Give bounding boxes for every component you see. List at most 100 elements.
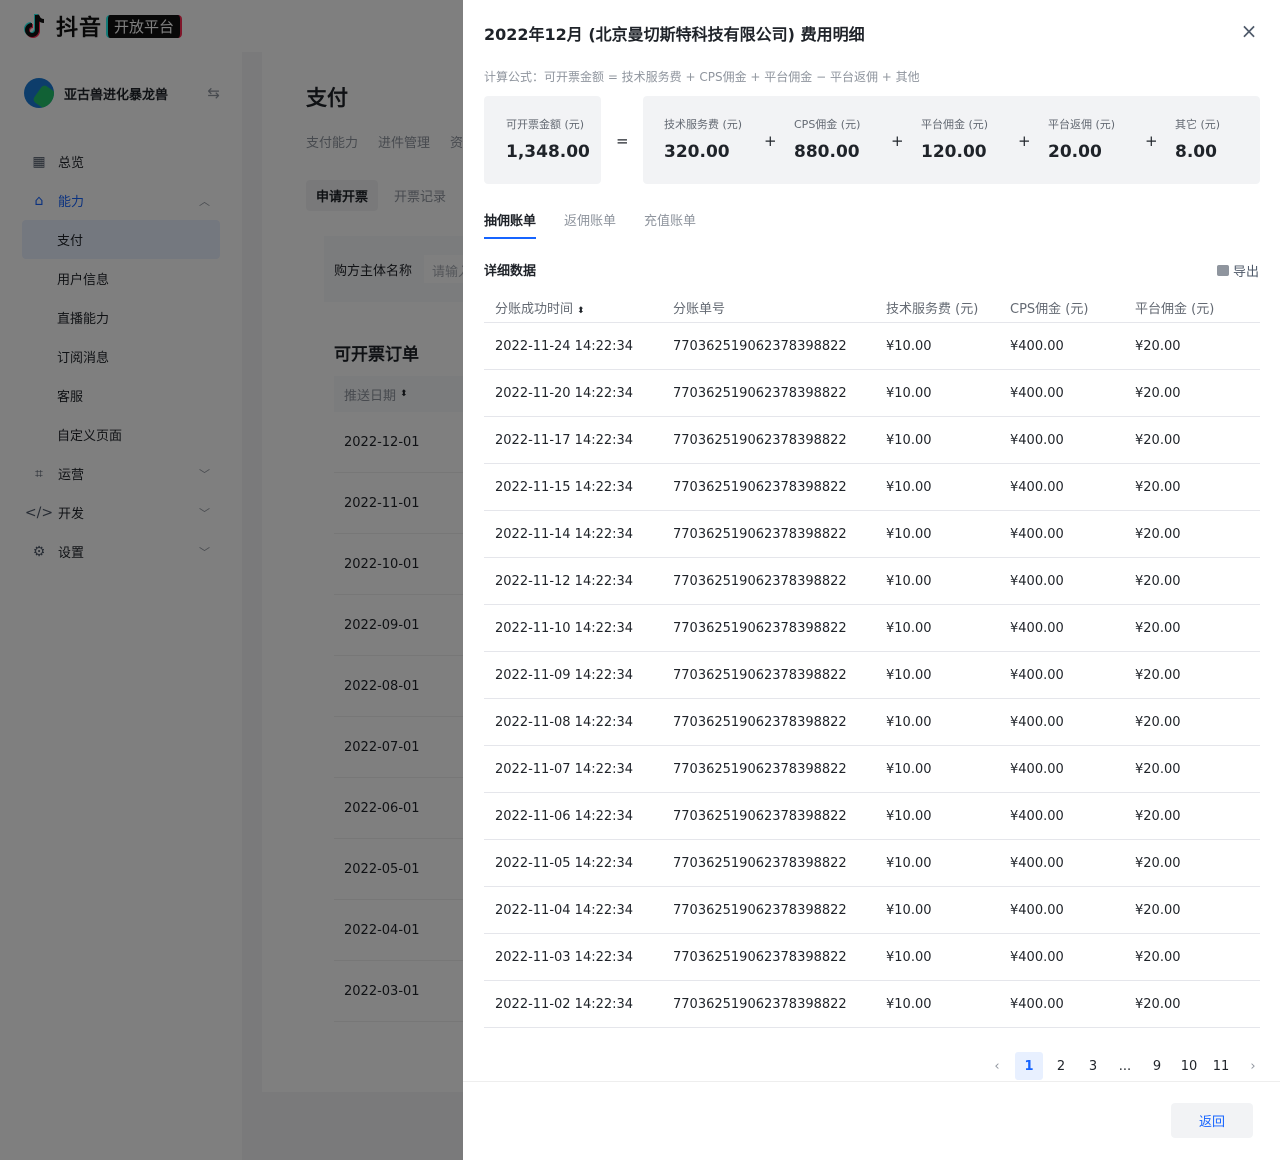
cell-split-time: 2022-11-08 14:22:34 <box>495 714 634 730</box>
cell-split-time: 2022-11-20 14:22:34 <box>495 385 634 401</box>
table-row: 2022-11-04 14:22:34 770362519062378398822… <box>484 887 1260 934</box>
cell-split-no: 770362519062378398822 <box>673 714 847 730</box>
cell-platform: ¥20.00 <box>1135 479 1181 495</box>
page-ellipsis[interactable]: ... <box>1111 1052 1139 1080</box>
equals-sign: = <box>616 132 629 150</box>
table-row: 2022-11-02 14:22:34 770362519062378398822… <box>484 981 1260 1028</box>
table-row: 2022-11-06 14:22:34 770362519062378398822… <box>484 793 1260 840</box>
cell-tech-fee: ¥10.00 <box>886 432 932 448</box>
cell-platform: ¥20.00 <box>1135 385 1181 401</box>
cell-tech-fee: ¥10.00 <box>886 620 932 636</box>
metric-label: 可开票金额 (元) <box>506 118 585 131</box>
page-10[interactable]: 10 <box>1175 1052 1203 1080</box>
page-11[interactable]: 11 <box>1207 1052 1235 1080</box>
plus-sign: + <box>1145 132 1158 150</box>
page-1[interactable]: 1 <box>1015 1052 1043 1080</box>
metric-label: 技术服务费 (元) <box>664 118 743 131</box>
cell-cps: ¥400.00 <box>1010 808 1064 824</box>
table-row: 2022-11-03 14:22:34 770362519062378398822… <box>484 934 1260 981</box>
next-page-icon[interactable]: › <box>1239 1052 1267 1080</box>
cell-cps: ¥400.00 <box>1010 714 1064 730</box>
table-body: 2022-11-24 14:22:34 770362519062378398822… <box>484 323 1260 1028</box>
tab-recharge-bill[interactable]: 充值账单 <box>644 210 696 239</box>
table-row: 2022-11-09 14:22:34 770362519062378398822… <box>484 652 1260 699</box>
cell-cps: ¥400.00 <box>1010 479 1064 495</box>
prev-page-icon[interactable]: ‹ <box>983 1052 1011 1080</box>
cell-cps: ¥400.00 <box>1010 855 1064 871</box>
bill-tabs: 抽佣账单 返佣账单 充值账单 <box>484 210 696 239</box>
cell-platform: ¥20.00 <box>1135 902 1181 918</box>
detail-table: 分账成功时间 ⬍ 分账单号 技术服务费 (元) CPS佣金 (元) 平台佣金 (元… <box>484 292 1260 1028</box>
cell-split-no: 770362519062378398822 <box>673 667 847 683</box>
cell-split-time: 2022-11-12 14:22:34 <box>495 573 634 589</box>
cell-split-no: 770362519062378398822 <box>673 808 847 824</box>
modal-overlay[interactable] <box>0 0 463 1160</box>
plus-sign: + <box>764 132 777 150</box>
sort-icon[interactable]: ⬍ <box>577 306 585 316</box>
cell-tech-fee: ¥10.00 <box>886 479 932 495</box>
cell-split-time: 2022-11-07 14:22:34 <box>495 761 634 777</box>
cell-cps: ¥400.00 <box>1010 432 1064 448</box>
cell-tech-fee: ¥10.00 <box>886 714 932 730</box>
cell-split-no: 770362519062378398822 <box>673 902 847 918</box>
plus-sign: + <box>1018 132 1031 150</box>
cell-cps: ¥400.00 <box>1010 385 1064 401</box>
fee-detail-drawer: 2022年12月 (北京曼切斯特科技有限公司) 费用明细 × 计算公式：可开票金… <box>463 0 1280 1160</box>
metric-cps: CPS佣金 (元) 880.00 <box>794 116 860 162</box>
header-tech-fee: 技术服务费 (元) <box>886 301 979 317</box>
cell-platform: ¥20.00 <box>1135 338 1181 354</box>
cell-platform: ¥20.00 <box>1135 761 1181 777</box>
table-row: 2022-11-08 14:22:34 770362519062378398822… <box>484 699 1260 746</box>
table-row: 2022-11-07 14:22:34 770362519062378398822… <box>484 746 1260 793</box>
cell-split-no: 770362519062378398822 <box>673 573 847 589</box>
table-row: 2022-11-12 14:22:34 770362519062378398822… <box>484 558 1260 605</box>
cell-cps: ¥400.00 <box>1010 667 1064 683</box>
export-button[interactable]: 导出 <box>1217 261 1259 280</box>
cell-split-time: 2022-11-14 14:22:34 <box>495 526 634 542</box>
cell-platform: ¥20.00 <box>1135 808 1181 824</box>
pagination: ‹ 1 2 3 ... 9 10 11 › <box>983 1052 1271 1080</box>
table-row: 2022-11-10 14:22:34 770362519062378398822… <box>484 605 1260 652</box>
header-split-time: 分账成功时间 <box>495 301 574 317</box>
back-button[interactable]: 返回 <box>1171 1103 1253 1138</box>
tab-rebate-bill[interactable]: 返佣账单 <box>564 210 616 239</box>
cell-cps: ¥400.00 <box>1010 761 1064 777</box>
metric-value: 320.00 <box>664 142 730 162</box>
cell-split-no: 770362519062378398822 <box>673 432 847 448</box>
table-row: 2022-11-24 14:22:34 770362519062378398822… <box>484 323 1260 370</box>
cell-split-no: 770362519062378398822 <box>673 949 847 965</box>
drawer-title: 2022年12月 (北京曼切斯特科技有限公司) 费用明细 <box>484 25 865 44</box>
page-2[interactable]: 2 <box>1047 1052 1075 1080</box>
cell-platform: ¥20.00 <box>1135 573 1181 589</box>
cell-tech-fee: ¥10.00 <box>886 902 932 918</box>
metric-value: 8.00 <box>1175 142 1217 162</box>
cell-split-time: 2022-11-02 14:22:34 <box>495 996 634 1012</box>
table-row: 2022-11-14 14:22:34 770362519062378398822… <box>484 511 1260 558</box>
page-9[interactable]: 9 <box>1143 1052 1171 1080</box>
cell-cps: ¥400.00 <box>1010 338 1064 354</box>
cell-platform: ¥20.00 <box>1135 667 1181 683</box>
close-icon[interactable]: × <box>1238 20 1260 42</box>
cell-tech-fee: ¥10.00 <box>886 573 932 589</box>
header-cps: CPS佣金 (元) <box>1010 301 1089 317</box>
invoiceable-amount-card: 可开票金额 (元) 1,348.00 <box>484 96 601 184</box>
metric-platform-rebate: 平台返佣 (元) 20.00 <box>1048 116 1115 162</box>
table-header: 分账成功时间 ⬍ 分账单号 技术服务费 (元) CPS佣金 (元) 平台佣金 (元… <box>484 292 1260 323</box>
cell-platform: ¥20.00 <box>1135 526 1181 542</box>
cell-tech-fee: ¥10.00 <box>886 996 932 1012</box>
cell-split-time: 2022-11-06 14:22:34 <box>495 808 634 824</box>
cell-cps: ¥400.00 <box>1010 949 1064 965</box>
page-3[interactable]: 3 <box>1079 1052 1107 1080</box>
cell-split-no: 770362519062378398822 <box>673 620 847 636</box>
cell-tech-fee: ¥10.00 <box>886 808 932 824</box>
cell-platform: ¥20.00 <box>1135 620 1181 636</box>
header-cell[interactable]: 分账成功时间 ⬍ <box>484 298 673 317</box>
metric-other: 其它 (元) 8.00 <box>1175 116 1220 162</box>
tab-commission-bill[interactable]: 抽佣账单 <box>484 210 537 239</box>
table-row: 2022-11-05 14:22:34 770362519062378398822… <box>484 840 1260 887</box>
cell-split-time: 2022-11-04 14:22:34 <box>495 902 634 918</box>
cell-split-no: 770362519062378398822 <box>673 761 847 777</box>
cell-split-no: 770362519062378398822 <box>673 996 847 1012</box>
cell-split-time: 2022-11-03 14:22:34 <box>495 949 634 965</box>
metric-label: CPS佣金 (元) <box>794 118 861 131</box>
